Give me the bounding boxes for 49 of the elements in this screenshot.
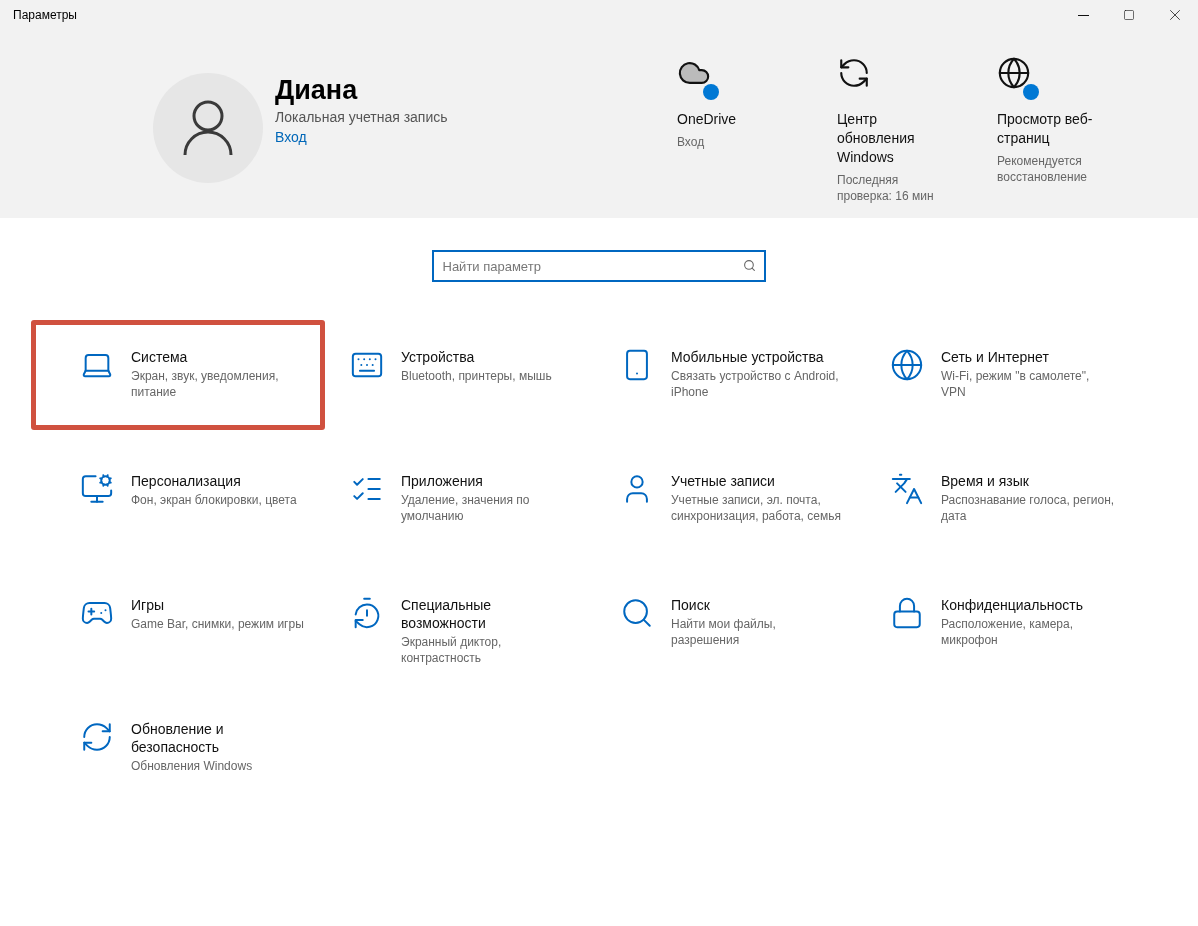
search-icon	[742, 259, 756, 272]
category-description: Экранный диктор, контрастность	[401, 634, 503, 666]
account-type: Локальная учетная запись	[275, 109, 448, 125]
sync-icon	[80, 720, 114, 754]
globe-icon	[890, 348, 924, 382]
category-description: Связать устройство с Android, iPhone	[671, 368, 840, 400]
category-title[interactable]: Игры	[131, 596, 305, 614]
account-name: Диана	[275, 74, 359, 106]
maximize-icon	[1123, 9, 1135, 21]
window-title: Параметры	[12, 8, 77, 22]
tile-title[interactable]: OneDrive	[677, 110, 797, 129]
category-title[interactable]: Сеть и Интернет	[941, 348, 1115, 366]
category-description: Экран, звук, уведомления, питание	[131, 368, 280, 400]
category-title[interactable]: Время и язык	[941, 472, 1115, 490]
category-description: Удаление, значения по умолчанию	[401, 492, 531, 524]
category-description: Bluetooth, принтеры, мышь	[401, 368, 553, 384]
category-description: Учетные записи, эл. почта, синхронизация, работа, семья	[671, 492, 842, 524]
globe-icon	[997, 56, 1031, 90]
search-icon	[620, 596, 654, 630]
monitor-icon	[80, 472, 114, 506]
category-description: Game Bar, снимки, режим игры	[131, 616, 305, 632]
minimize-icon	[1077, 14, 1089, 16]
category-title[interactable]: Учетные записи	[671, 472, 845, 490]
update-icon	[837, 56, 871, 90]
sign-in-link[interactable]: Вход	[275, 129, 448, 145]
category-title[interactable]: Мобильные устройства	[671, 348, 845, 366]
category-description: Wi-Fi, режим "в самолете", VPN	[941, 368, 1091, 400]
category-title[interactable]: Конфиденциальность	[941, 596, 1115, 614]
lock-icon	[890, 596, 924, 630]
tile-subtitle: Вход	[677, 134, 706, 150]
category-description: Обновления Windows	[131, 758, 254, 774]
category-description: Фон, экран блокировки, цвета	[131, 492, 298, 508]
person-icon	[182, 100, 234, 156]
category-title[interactable]: Приложения	[401, 472, 575, 490]
tile-title[interactable]: Просмотр веб-страниц	[997, 110, 1117, 148]
category-description: Распознавание голоса, регион, дата	[941, 492, 1115, 524]
category-title[interactable]: Устройства	[401, 348, 575, 366]
category-title[interactable]: Персонализация	[131, 472, 305, 490]
tile-subtitle: Рекомендуется восстановление	[997, 153, 1089, 185]
category-title[interactable]: Поиск	[671, 596, 845, 614]
category-description: Расположение, камера, микрофон	[941, 616, 1075, 648]
language-icon	[890, 472, 924, 506]
tile-title[interactable]: Центр обновления Windows	[837, 110, 957, 167]
category-title[interactable]: Специальные возможности	[401, 596, 575, 632]
search-field[interactable]: Найти параметр	[431, 250, 766, 282]
category-title[interactable]: Система	[131, 348, 305, 366]
category-description: Найти мои файлы, разрешения	[671, 616, 777, 648]
category-title[interactable]: Обновление и безопасность	[131, 720, 305, 756]
tile-subtitle: Последняя проверка: 16 мин	[837, 172, 935, 204]
